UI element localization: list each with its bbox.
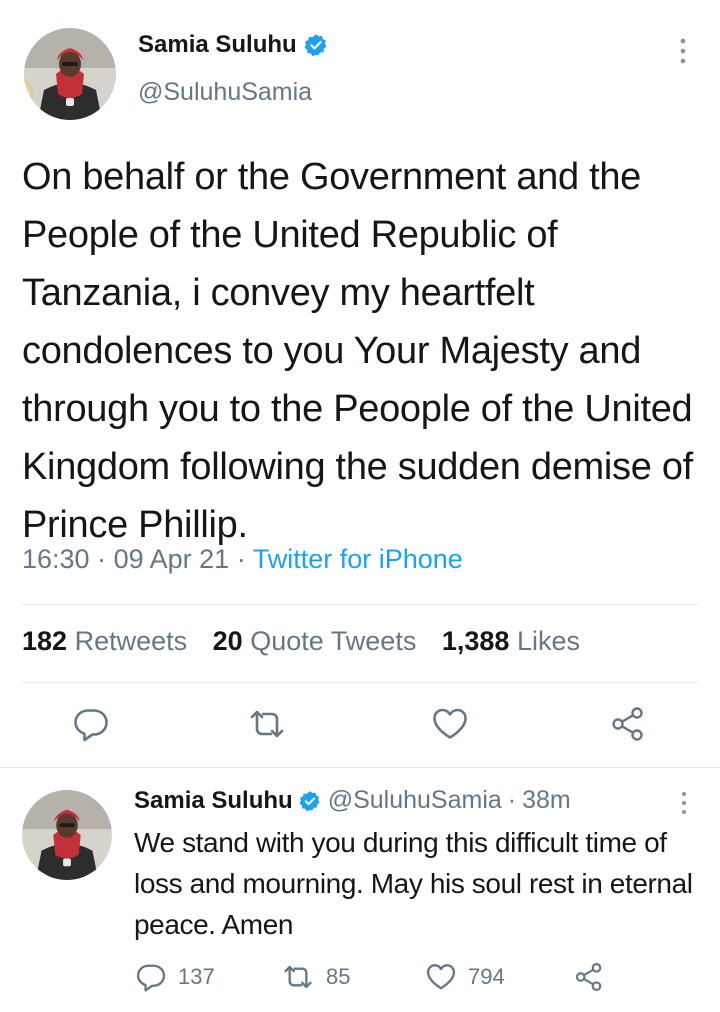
meta-separator: · <box>97 544 107 574</box>
heart-icon[interactable] <box>432 706 468 742</box>
author-name[interactable]: Samia Suluhu <box>134 787 293 815</box>
author-handle[interactable]: @SuluhuSamia <box>138 78 312 107</box>
quote-tweets-stat[interactable]: 20 Quote Tweets <box>213 626 417 656</box>
author-name[interactable]: Samia Suluhu <box>138 31 297 59</box>
likes-count: 1,388 <box>441 626 510 656</box>
tweet-meta: 16:30 · 09 Apr 21 · Twitter for iPhone <box>22 544 463 575</box>
divider <box>22 604 698 605</box>
tweet-age[interactable]: 38m <box>522 786 571 815</box>
more-vertical-icon[interactable] <box>672 36 694 66</box>
tweet-separator <box>0 767 720 768</box>
author-handle[interactable]: @SuluhuSamia <box>328 786 502 815</box>
more-vertical-icon[interactable] <box>676 790 692 816</box>
retweets-count: 182 <box>22 626 68 656</box>
share-icon <box>575 963 602 991</box>
share-action[interactable] <box>574 962 616 992</box>
author-name-row: Samia Suluhu <box>138 31 328 59</box>
quotes-label: Quote Tweets <box>250 626 417 656</box>
meta-separator: · <box>507 786 517 814</box>
tweet-text: On behalf or the Government and the Peop… <box>22 156 693 546</box>
retweet-icon <box>284 965 312 989</box>
tweet-text: We stand with you during this difficult … <box>134 827 693 940</box>
divider <box>22 682 698 683</box>
share-icon[interactable] <box>610 706 646 742</box>
reply-header: Samia Suluhu @SuluhuSamia · 38m <box>134 786 571 815</box>
reply-icon[interactable] <box>73 706 109 742</box>
like-action[interactable]: 794 <box>426 962 505 992</box>
tweet-date[interactable]: 09 Apr 21 <box>114 544 230 574</box>
retweets-stat[interactable]: 182 Retweets <box>22 626 187 656</box>
likes-stat[interactable]: 1,388 Likes <box>442 626 580 656</box>
retweets-label: Retweets <box>74 626 188 656</box>
main-tweet: Samia Suluhu @SuluhuSamia On behalf or t… <box>0 0 720 767</box>
avatar[interactable] <box>24 28 116 120</box>
retweet-icon[interactable] <box>249 706 285 742</box>
likes-label: Likes <box>516 626 580 656</box>
tweet-source[interactable]: Twitter for iPhone <box>253 544 463 574</box>
heart-icon <box>426 964 456 990</box>
reply-action[interactable]: 137 <box>136 962 215 992</box>
tweet-stats: 182 Retweets 20 Quote Tweets 1,388 Likes <box>22 626 598 657</box>
retweet-action[interactable]: 85 <box>282 962 350 992</box>
meta-separator: · <box>236 544 246 574</box>
retweet-count: 85 <box>326 964 351 989</box>
reply-icon <box>136 964 166 992</box>
reply-count: 137 <box>178 964 215 989</box>
verified-badge-icon <box>304 34 327 57</box>
avatar[interactable] <box>22 790 112 880</box>
like-count: 794 <box>468 964 505 989</box>
tweet-time[interactable]: 16:30 <box>22 544 90 574</box>
quotes-count: 20 <box>212 626 243 656</box>
verified-badge-icon <box>299 790 320 811</box>
